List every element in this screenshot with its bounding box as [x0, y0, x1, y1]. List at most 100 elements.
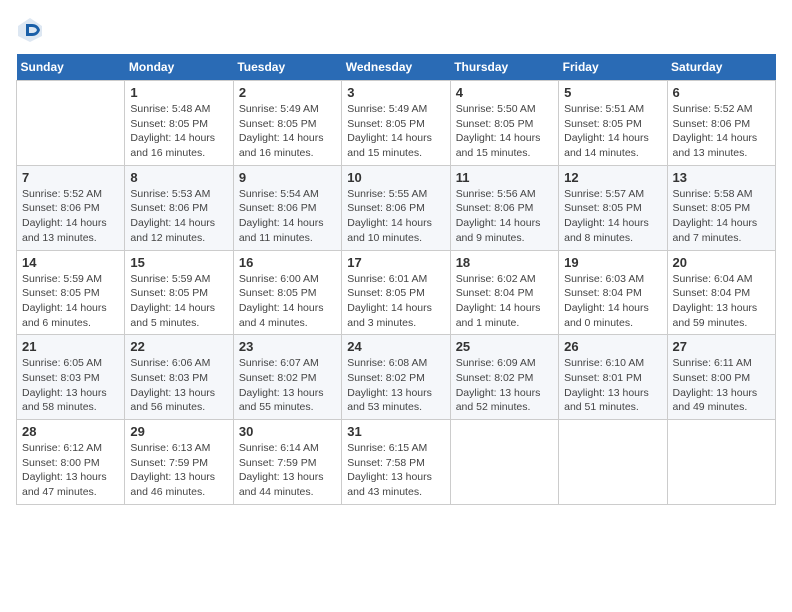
calendar-cell: 27 Sunrise: 6:11 AM Sunset: 8:00 PM Dayli…: [667, 335, 775, 420]
week-row-5: 28 Sunrise: 6:12 AM Sunset: 8:00 PM Dayli…: [17, 420, 776, 505]
day-number: 14: [22, 255, 119, 270]
day-info: Sunrise: 5:49 AM Sunset: 8:05 PM Dayligh…: [347, 102, 444, 161]
day-info: Sunrise: 6:06 AM Sunset: 8:03 PM Dayligh…: [130, 356, 227, 415]
calendar-cell: [559, 420, 667, 505]
weekday-header-friday: Friday: [559, 54, 667, 81]
calendar-cell: 10 Sunrise: 5:55 AM Sunset: 8:06 PM Dayli…: [342, 165, 450, 250]
page-header: [16, 16, 776, 44]
calendar-cell: 12Sunrise: 5:57 AM Sunset: 8:05 PM Dayli…: [559, 165, 667, 250]
day-number: 27: [673, 339, 770, 354]
calendar-cell: 16 Sunrise: 6:00 AM Sunset: 8:05 PM Dayli…: [233, 250, 341, 335]
calendar-cell: [17, 81, 125, 166]
day-number: 24: [347, 339, 444, 354]
day-info: Sunrise: 5:58 AM Sunset: 8:05 PM Dayligh…: [673, 187, 770, 246]
calendar-cell: 26 Sunrise: 6:10 AM Sunset: 8:01 PM Dayli…: [559, 335, 667, 420]
weekday-header-wednesday: Wednesday: [342, 54, 450, 81]
day-number: 31: [347, 424, 444, 439]
day-info: Sunrise: 6:04 AM Sunset: 8:04 PM Dayligh…: [673, 272, 770, 331]
calendar-cell: 9 Sunrise: 5:54 AM Sunset: 8:06 PM Daylig…: [233, 165, 341, 250]
calendar-cell: [667, 420, 775, 505]
calendar-cell: 13Sunrise: 5:58 AM Sunset: 8:05 PM Dayli…: [667, 165, 775, 250]
day-info: Sunrise: 6:09 AM Sunset: 8:02 PM Dayligh…: [456, 356, 553, 415]
day-number: 19: [564, 255, 661, 270]
header-row: SundayMondayTuesdayWednesdayThursdayFrid…: [17, 54, 776, 81]
day-info: Sunrise: 5:56 AM Sunset: 8:06 PM Dayligh…: [456, 187, 553, 246]
day-number: 15: [130, 255, 227, 270]
day-number: 23: [239, 339, 336, 354]
day-info: Sunrise: 5:51 AM Sunset: 8:05 PM Dayligh…: [564, 102, 661, 161]
weekday-header-thursday: Thursday: [450, 54, 558, 81]
day-number: 25: [456, 339, 553, 354]
day-info: Sunrise: 5:48 AM Sunset: 8:05 PM Dayligh…: [130, 102, 227, 161]
weekday-header-tuesday: Tuesday: [233, 54, 341, 81]
day-number: 7: [22, 170, 119, 185]
day-info: Sunrise: 5:50 AM Sunset: 8:05 PM Dayligh…: [456, 102, 553, 161]
calendar-cell: 19 Sunrise: 6:03 AM Sunset: 8:04 PM Dayli…: [559, 250, 667, 335]
calendar-cell: 17 Sunrise: 6:01 AM Sunset: 8:05 PM Dayli…: [342, 250, 450, 335]
day-number: 8: [130, 170, 227, 185]
calendar-cell: 30 Sunrise: 6:14 AM Sunset: 7:59 PM Dayli…: [233, 420, 341, 505]
calendar-cell: 11Sunrise: 5:56 AM Sunset: 8:06 PM Dayli…: [450, 165, 558, 250]
day-number: 20: [673, 255, 770, 270]
calendar-cell: 24 Sunrise: 6:08 AM Sunset: 8:02 PM Dayli…: [342, 335, 450, 420]
day-info: Sunrise: 6:13 AM Sunset: 7:59 PM Dayligh…: [130, 441, 227, 500]
calendar-cell: 23 Sunrise: 6:07 AM Sunset: 8:02 PM Dayli…: [233, 335, 341, 420]
day-info: Sunrise: 6:15 AM Sunset: 7:58 PM Dayligh…: [347, 441, 444, 500]
day-number: 30: [239, 424, 336, 439]
day-info: Sunrise: 6:05 AM Sunset: 8:03 PM Dayligh…: [22, 356, 119, 415]
calendar-cell: 28 Sunrise: 6:12 AM Sunset: 8:00 PM Dayli…: [17, 420, 125, 505]
calendar-cell: 18 Sunrise: 6:02 AM Sunset: 8:04 PM Dayli…: [450, 250, 558, 335]
logo: [16, 16, 48, 44]
calendar-cell: 3 Sunrise: 5:49 AM Sunset: 8:05 PM Daylig…: [342, 81, 450, 166]
day-number: 2: [239, 85, 336, 100]
day-number: 3: [347, 85, 444, 100]
calendar-cell: 15Sunrise: 5:59 AM Sunset: 8:05 PM Dayli…: [125, 250, 233, 335]
day-info: Sunrise: 6:11 AM Sunset: 8:00 PM Dayligh…: [673, 356, 770, 415]
day-info: Sunrise: 5:54 AM Sunset: 8:06 PM Dayligh…: [239, 187, 336, 246]
day-number: 22: [130, 339, 227, 354]
day-number: 5: [564, 85, 661, 100]
week-row-1: 1 Sunrise: 5:48 AM Sunset: 8:05 PM Daylig…: [17, 81, 776, 166]
day-number: 28: [22, 424, 119, 439]
day-info: Sunrise: 5:55 AM Sunset: 8:06 PM Dayligh…: [347, 187, 444, 246]
day-number: 16: [239, 255, 336, 270]
day-number: 17: [347, 255, 444, 270]
week-row-4: 21 Sunrise: 6:05 AM Sunset: 8:03 PM Dayli…: [17, 335, 776, 420]
day-number: 4: [456, 85, 553, 100]
day-number: 10: [347, 170, 444, 185]
day-info: Sunrise: 6:12 AM Sunset: 8:00 PM Dayligh…: [22, 441, 119, 500]
calendar-cell: 14Sunrise: 5:59 AM Sunset: 8:05 PM Dayli…: [17, 250, 125, 335]
calendar-cell: 2Sunrise: 5:49 AM Sunset: 8:05 PM Daylig…: [233, 81, 341, 166]
day-number: 1: [130, 85, 227, 100]
day-number: 29: [130, 424, 227, 439]
calendar-table: SundayMondayTuesdayWednesdayThursdayFrid…: [16, 54, 776, 505]
day-info: Sunrise: 6:00 AM Sunset: 8:05 PM Dayligh…: [239, 272, 336, 331]
weekday-header-sunday: Sunday: [17, 54, 125, 81]
calendar-cell: 25 Sunrise: 6:09 AM Sunset: 8:02 PM Dayli…: [450, 335, 558, 420]
calendar-cell: 5 Sunrise: 5:51 AM Sunset: 8:05 PM Daylig…: [559, 81, 667, 166]
day-info: Sunrise: 6:03 AM Sunset: 8:04 PM Dayligh…: [564, 272, 661, 331]
day-info: Sunrise: 5:52 AM Sunset: 8:06 PM Dayligh…: [673, 102, 770, 161]
day-info: Sunrise: 6:14 AM Sunset: 7:59 PM Dayligh…: [239, 441, 336, 500]
weekday-header-monday: Monday: [125, 54, 233, 81]
day-info: Sunrise: 6:10 AM Sunset: 8:01 PM Dayligh…: [564, 356, 661, 415]
calendar-cell: 31 Sunrise: 6:15 AM Sunset: 7:58 PM Dayli…: [342, 420, 450, 505]
day-number: 26: [564, 339, 661, 354]
week-row-3: 14Sunrise: 5:59 AM Sunset: 8:05 PM Dayli…: [17, 250, 776, 335]
day-number: 18: [456, 255, 553, 270]
calendar-cell: 6 Sunrise: 5:52 AM Sunset: 8:06 PM Daylig…: [667, 81, 775, 166]
day-info: Sunrise: 6:07 AM Sunset: 8:02 PM Dayligh…: [239, 356, 336, 415]
day-number: 21: [22, 339, 119, 354]
calendar-cell: 22 Sunrise: 6:06 AM Sunset: 8:03 PM Dayli…: [125, 335, 233, 420]
calendar-cell: 4 Sunrise: 5:50 AM Sunset: 8:05 PM Daylig…: [450, 81, 558, 166]
weekday-header-saturday: Saturday: [667, 54, 775, 81]
day-number: 6: [673, 85, 770, 100]
day-info: Sunrise: 5:57 AM Sunset: 8:05 PM Dayligh…: [564, 187, 661, 246]
day-info: Sunrise: 6:08 AM Sunset: 8:02 PM Dayligh…: [347, 356, 444, 415]
logo-icon: [16, 16, 44, 44]
day-info: Sunrise: 5:53 AM Sunset: 8:06 PM Dayligh…: [130, 187, 227, 246]
day-info: Sunrise: 6:01 AM Sunset: 8:05 PM Dayligh…: [347, 272, 444, 331]
day-info: Sunrise: 6:02 AM Sunset: 8:04 PM Dayligh…: [456, 272, 553, 331]
day-number: 9: [239, 170, 336, 185]
calendar-cell: [450, 420, 558, 505]
